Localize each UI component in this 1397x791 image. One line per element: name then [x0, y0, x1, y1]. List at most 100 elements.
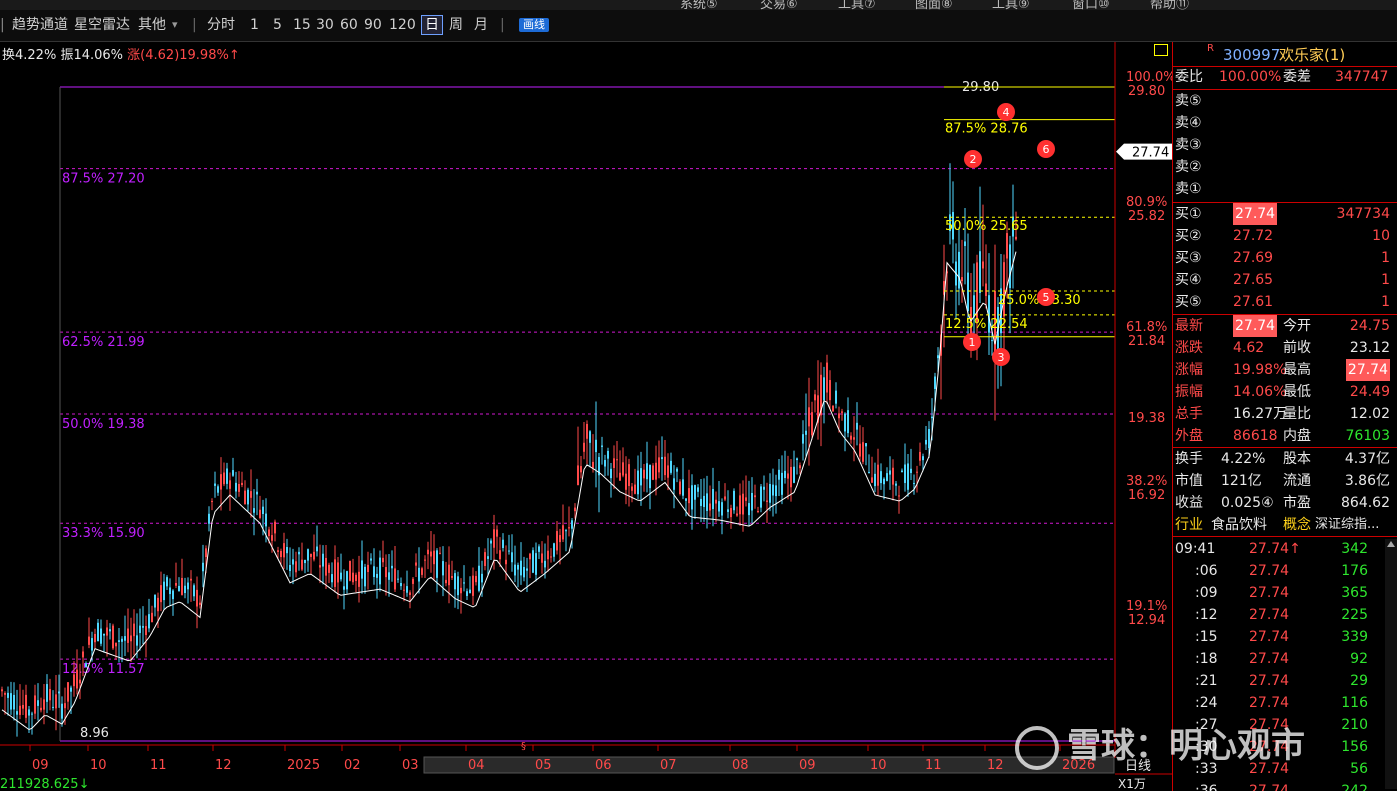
candle-body — [382, 557, 384, 563]
period-day[interactable]: 日 — [421, 15, 443, 35]
sell-row[interactable]: 卖③ — [1173, 134, 1397, 156]
quote-row[interactable]: 最新 27.74 今开 24.75 — [1173, 315, 1397, 337]
sell-row[interactable]: 卖⑤ — [1173, 90, 1397, 112]
kline-chart[interactable]: 87.5% 27.20 62.5% 21.99 50.0% 19.38 33.3% 1… — [0, 42, 1172, 791]
time-scrollbar[interactable] — [423, 756, 1115, 774]
candle-body — [913, 482, 915, 484]
quote-row[interactable]: 总手 16.27万 量比 12.02 — [1173, 403, 1397, 425]
menu-item-5[interactable]: 窗口⑩ — [1072, 0, 1110, 10]
candle-body — [355, 574, 357, 582]
axis-price-label: 25.82 — [1128, 209, 1165, 224]
candle-body — [106, 627, 108, 636]
wave-marker-number: 2 — [970, 153, 977, 166]
tick-row[interactable]: :36 27.74 242 — [1173, 780, 1397, 791]
axis-price-label: 29.80 — [1128, 84, 1165, 99]
quote-value-2: 76103 — [1345, 428, 1390, 444]
fundamental-row[interactable]: 收益 0.025④ 市盈 864.62 — [1173, 492, 1397, 514]
tick-scrollbar[interactable] — [1385, 539, 1397, 789]
buy-volume: 1 — [1381, 250, 1390, 266]
menu-item-3[interactable]: 图面⑧ — [915, 0, 953, 10]
menu-item-6[interactable]: 帮助⑪ — [1150, 0, 1189, 10]
candle-body — [52, 706, 54, 708]
tick-row[interactable]: :06 27.74 176 — [1173, 560, 1397, 582]
period-120m[interactable]: 120 — [389, 16, 416, 34]
candle-body — [628, 464, 630, 487]
candle-body — [379, 557, 381, 585]
month-label: 05 — [535, 758, 552, 773]
quote-row[interactable]: 涨幅 19.98% 最高 27.74 — [1173, 359, 1397, 381]
scroll-up-icon[interactable] — [1387, 541, 1395, 547]
sell-row[interactable]: 卖① — [1173, 178, 1397, 200]
toolbar-trend-channel[interactable]: 趋势通道 — [12, 16, 68, 34]
quote-panel: R 300997 欢乐家(1) 委比 100.00% 委差 347747 卖⑤ 卖… — [1172, 42, 1397, 791]
buy-row[interactable]: 买① 27.74 347734 — [1173, 203, 1397, 225]
fundamental-row[interactable]: 市值 121亿 流通 3.86亿 — [1173, 470, 1397, 492]
candle-body — [412, 578, 414, 584]
candle-body — [514, 564, 516, 576]
tick-row[interactable]: :12 27.74 225 — [1173, 604, 1397, 626]
draw-line-button[interactable]: 画线 — [519, 18, 549, 32]
tick-row[interactable]: 09:41 27.74↑ 342 — [1173, 538, 1397, 560]
quote-label-2: 最低 — [1283, 384, 1311, 400]
period-5m[interactable]: 5 — [273, 16, 282, 34]
xueqiu-logo-icon — [1015, 725, 1059, 770]
tick-row[interactable]: :24 27.74 116 — [1173, 692, 1397, 714]
tick-row[interactable]: :15 27.74 339 — [1173, 626, 1397, 648]
sell-row[interactable]: 卖④ — [1173, 112, 1397, 134]
candle-body — [904, 464, 906, 483]
candle-body — [862, 442, 864, 462]
buy-row[interactable]: 买② 27.72 10 — [1173, 225, 1397, 247]
candle-body — [889, 470, 891, 475]
toolbar-star-radar[interactable]: 星空雷达 — [74, 16, 130, 34]
toolbar-other[interactable]: 其他 — [138, 16, 166, 34]
quote-label-2: 内盘 — [1283, 428, 1311, 444]
fund-label-2: 市盈 — [1283, 495, 1311, 511]
period-week[interactable]: 周 — [449, 16, 463, 34]
menu-item-4[interactable]: 工具⑨ — [992, 0, 1030, 10]
buy-row[interactable]: 买⑤ 27.61 1 — [1173, 291, 1397, 313]
chevron-down-icon[interactable]: ▾ — [172, 16, 178, 34]
candle-body — [700, 498, 702, 506]
quote-row[interactable]: 外盘 86618 内盘 76103 — [1173, 425, 1397, 447]
candle-body — [391, 565, 393, 569]
period-1m[interactable]: 1 — [250, 16, 259, 34]
buy-row[interactable]: 买③ 27.69 1 — [1173, 247, 1397, 269]
sell-row[interactable]: 卖② — [1173, 156, 1397, 178]
period-60m[interactable]: 60 — [340, 16, 358, 34]
kline-svg[interactable]: 87.5% 27.20 62.5% 21.99 50.0% 19.38 33.3% 1… — [0, 42, 1172, 791]
candle-body — [811, 412, 813, 436]
stock-name[interactable]: 欢乐家(1) — [1279, 44, 1345, 66]
candle-body — [505, 559, 507, 565]
industry-row: 行业 食品饮料 概念 深证综指... — [1173, 514, 1397, 536]
candle-body — [418, 567, 420, 582]
quote-row[interactable]: 振幅 14.06% 最低 24.49 — [1173, 381, 1397, 403]
concept-value[interactable]: 深证综指... — [1315, 514, 1379, 536]
wave-marker-number: 1 — [969, 336, 976, 349]
candle-body — [181, 577, 183, 595]
period-month[interactable]: 月 — [474, 16, 488, 34]
period-30m[interactable]: 30 — [316, 16, 334, 34]
tick-row[interactable]: :09 27.74 365 — [1173, 582, 1397, 604]
stock-code[interactable]: 300997 — [1223, 44, 1280, 66]
menubar: 系统⑤ 交易⑥ 工具⑦ 图面⑧ 工具⑨ 窗口⑩ 帮助⑪ — [0, 0, 1397, 10]
menu-item-1[interactable]: 交易⑥ — [760, 0, 798, 10]
buy-row[interactable]: 买④ 27.65 1 — [1173, 269, 1397, 291]
menu-item-2[interactable]: 工具⑦ — [838, 0, 876, 10]
quote-row[interactable]: 涨跌 4.62 前收 23.12 — [1173, 337, 1397, 359]
window-toggle-icon[interactable] — [1154, 44, 1168, 56]
tick-row[interactable]: :18 27.74 92 — [1173, 648, 1397, 670]
tick-price: 27.74 — [1249, 585, 1290, 601]
candle-body — [88, 636, 90, 645]
tick-volume: 225 — [1341, 607, 1368, 623]
period-intraday[interactable]: 分时 — [207, 16, 235, 34]
tick-row[interactable]: :21 27.74 29 — [1173, 670, 1397, 692]
fundamental-row[interactable]: 换手 4.22% 股本 4.37亿 — [1173, 448, 1397, 470]
period-15m[interactable]: 15 — [293, 16, 311, 34]
candle-body — [772, 484, 774, 496]
candle-body — [439, 552, 441, 554]
candle-body — [232, 470, 234, 476]
industry-value[interactable]: 食品饮料 — [1211, 514, 1267, 536]
period-90m[interactable]: 90 — [364, 16, 382, 34]
menu-item-0[interactable]: 系统⑤ — [680, 0, 718, 10]
event-marker-icon[interactable]: § — [521, 741, 526, 752]
